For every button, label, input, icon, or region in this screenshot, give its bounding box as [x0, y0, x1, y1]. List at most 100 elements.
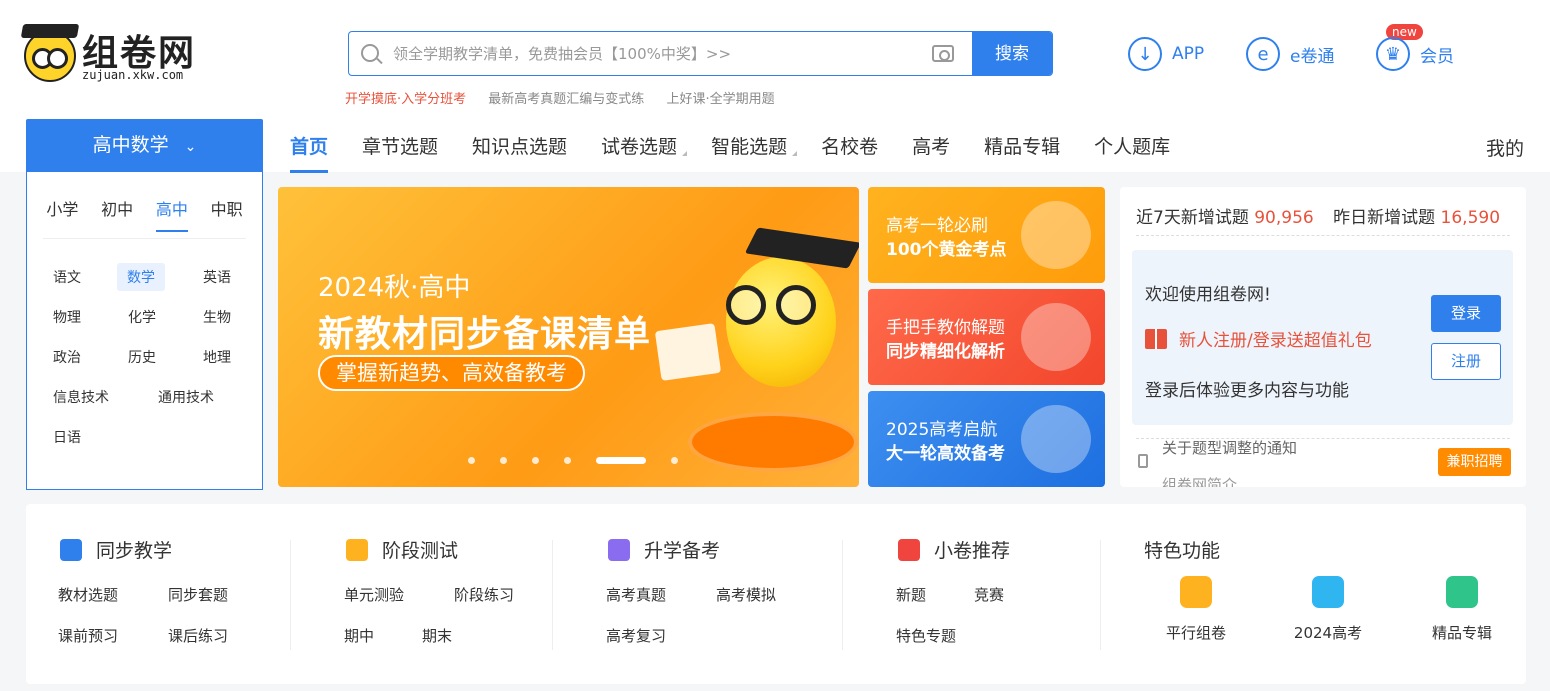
carousel-dot[interactable] — [671, 457, 678, 464]
level-tab[interactable]: 高中 — [155, 196, 188, 232]
search-icon — [361, 44, 379, 62]
notice-item[interactable]: 组卷网简介 — [1162, 475, 1237, 487]
gaokao-icon — [1312, 576, 1344, 608]
hot-link[interactable]: 最新高考真题汇编与变式练 — [488, 92, 644, 107]
carousel-dot[interactable] — [468, 457, 475, 464]
gift-text: 新人注册/登录送超值礼包 — [1179, 331, 1372, 351]
subject-item[interactable]: 日语 — [43, 423, 91, 451]
subject-item[interactable]: 政治 — [43, 343, 91, 371]
subject-item[interactable]: 英语 — [193, 263, 241, 291]
level-tabs: 小学 初中 高中 中职 — [27, 172, 262, 232]
app-link-label: APP — [1172, 44, 1205, 64]
document-illustration — [654, 323, 722, 381]
crown-icon: ♛ — [1376, 37, 1410, 71]
stats-label: 近7天新增试题 — [1136, 208, 1249, 228]
column-title: 升学备考 — [608, 536, 720, 563]
column-link[interactable]: 特色专题 — [896, 625, 956, 646]
nav-school[interactable]: 名校卷 — [821, 132, 878, 159]
column-link[interactable]: 同步套题 — [168, 584, 228, 605]
column-link[interactable]: 课后练习 — [168, 625, 228, 646]
column-title-text: 小卷推荐 — [934, 540, 1011, 562]
parallel-paper-icon — [1180, 576, 1212, 608]
column-link[interactable]: 阶段练习 — [454, 584, 514, 605]
column-link[interactable]: 教材选题 — [58, 584, 118, 605]
subject-item[interactable]: 信息技术 — [43, 383, 119, 411]
column-link[interactable]: 新题 — [896, 584, 926, 605]
divider — [842, 540, 843, 650]
carousel-dot-active[interactable] — [596, 457, 646, 464]
chevron-down-icon: ⌄ — [184, 139, 197, 155]
promo-card-line1: 2025高考启航 — [886, 420, 998, 440]
subject-item[interactable]: 化学 — [118, 303, 166, 331]
promo-card-2025[interactable]: 2025高考启航 大一轮高效备考 — [868, 391, 1105, 487]
site-logo[interactable]: 组卷网 zujuan.xkw.com — [20, 22, 214, 86]
promo-card-solve[interactable]: 手把手教你解题 同步精细化解析 — [868, 289, 1105, 385]
banner-headline: 新教材同步备课清单 — [318, 314, 652, 355]
app-link[interactable]: ↓ APP — [1128, 36, 1204, 72]
nav-knowledge[interactable]: 知识点选题 — [472, 132, 567, 159]
column-link[interactable]: 高考真题 — [606, 584, 666, 605]
stats-value: 16,590 — [1440, 208, 1501, 228]
column-link[interactable]: 课前预习 — [58, 625, 118, 646]
divider — [1100, 540, 1101, 650]
login-button[interactable]: 登录 — [1431, 295, 1501, 332]
nav-paper[interactable]: 试卷选题 — [601, 132, 688, 159]
main-banner[interactable]: 2024秋·高中 新教材同步备课清单 掌握新趋势、高效备教考 — [278, 187, 859, 487]
carousel-dots — [468, 457, 703, 464]
job-button[interactable]: 兼职招聘 — [1438, 448, 1511, 476]
nav-chapter[interactable]: 章节选题 — [362, 132, 438, 159]
column-link[interactable]: 高考模拟 — [716, 584, 776, 605]
nav-smart[interactable]: 智能选题 — [711, 132, 798, 159]
column-link[interactable]: 单元测验 — [344, 584, 404, 605]
divider — [1136, 235, 1510, 236]
subject-item[interactable]: 生物 — [193, 303, 241, 331]
column-link[interactable]: 高考复习 — [606, 625, 666, 646]
info-panel: 近7天新增试题 90,956 昨日新增试题 16,590 欢迎使用组卷网! 新人… — [1120, 187, 1526, 487]
subject-item[interactable]: 历史 — [118, 343, 166, 371]
nav-personal-bank[interactable]: 个人题库 — [1094, 132, 1170, 159]
promo-card-gaokao[interactable]: 高考一轮必刷 100个黄金考点 — [868, 187, 1105, 283]
carousel-dot[interactable] — [500, 457, 507, 464]
subject-item[interactable]: 通用技术 — [148, 383, 224, 411]
nav-premium[interactable]: 精品专辑 — [984, 132, 1060, 159]
camera-icon[interactable] — [932, 45, 954, 62]
column-link[interactable]: 期末 — [422, 625, 452, 646]
clipboard-icon — [346, 538, 368, 561]
feature-item[interactable]: 2024高考 — [1268, 576, 1388, 643]
column-title: 阶段测试 — [346, 536, 458, 563]
level-tab[interactable]: 初中 — [101, 196, 133, 232]
carousel-dot[interactable] — [564, 457, 571, 464]
level-tab[interactable]: 中职 — [211, 196, 243, 232]
register-button[interactable]: 注册 — [1431, 343, 1501, 380]
hot-links: 开学摸底·入学分班考 最新高考真题汇编与变式练 上好课·全学期用题 — [345, 88, 793, 107]
nav-gaokao[interactable]: 高考 — [912, 132, 950, 159]
nav-my[interactable]: 我的 — [1486, 134, 1524, 161]
feature-item[interactable]: 精品专辑 — [1402, 576, 1522, 643]
pedestal-illustration — [688, 412, 858, 472]
subject-item[interactable]: 物理 — [43, 303, 91, 331]
carousel-dot[interactable] — [532, 457, 539, 464]
level-tab[interactable]: 小学 — [46, 196, 78, 232]
question-stats: 近7天新增试题 90,956 昨日新增试题 16,590 — [1136, 203, 1514, 228]
notice-item[interactable]: 关于题型调整的通知 — [1162, 437, 1297, 458]
hot-link[interactable]: 开学摸底·入学分班考 — [345, 92, 466, 107]
subject-item[interactable]: 数学 — [117, 263, 165, 291]
graduation-cap-icon — [608, 538, 630, 561]
column-link[interactable]: 期中 — [344, 625, 374, 646]
folder-check-icon — [60, 538, 82, 561]
subject-item[interactable]: 地理 — [193, 343, 241, 371]
column-link[interactable]: 竞赛 — [974, 584, 1004, 605]
nav-home[interactable]: 首页 — [290, 132, 329, 173]
subject-selector[interactable]: 高中数学 ⌄ — [26, 119, 263, 172]
graduation-cap-icon — [20, 24, 80, 38]
search-button[interactable]: 搜索 — [972, 32, 1052, 75]
search-input[interactable] — [393, 40, 913, 68]
member-link[interactable]: ♛ 会员 — [1376, 36, 1454, 72]
hot-link[interactable]: 上好课·全学期用题 — [666, 92, 774, 107]
feature-item[interactable]: 平行组卷 — [1136, 576, 1256, 643]
ejuan-link[interactable]: e e卷通 new — [1246, 24, 1423, 72]
column-features: 特色功能 平行组卷 2024高考 精品专辑 — [1110, 504, 1526, 684]
gift-icon — [1145, 328, 1167, 349]
subject-item[interactable]: 语文 — [43, 263, 91, 291]
gift-link[interactable]: 新人注册/登录送超值礼包 — [1145, 326, 1372, 351]
